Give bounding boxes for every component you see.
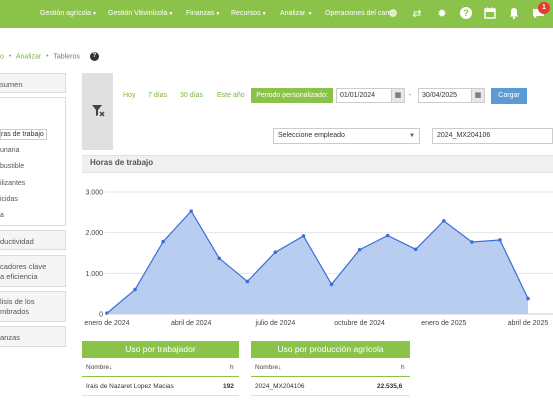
x-tick-label: julio de 2024 [255, 320, 296, 327]
column-header-hours[interactable]: h [230, 364, 234, 371]
data-point [329, 282, 334, 287]
crops-table-title: Uso por producción agrícola [251, 341, 410, 358]
data-point [357, 247, 362, 252]
workers-table-title: Uso por trabajador [82, 341, 239, 358]
table-row-name: Irais de Nazaret Lopez Macias [86, 383, 174, 390]
x-tick-label: enero de 2024 [84, 320, 129, 327]
data-point [161, 239, 165, 244]
x-tick-label: octubre de 2024 [334, 320, 385, 327]
data-point [245, 279, 250, 284]
header-divider [82, 376, 239, 377]
data-point [413, 247, 418, 252]
x-tick-label: enero de 2025 [421, 320, 466, 327]
row-divider [82, 395, 239, 396]
y-tick-label: 3.000 [85, 190, 103, 197]
column-header-hours[interactable]: h [401, 364, 405, 371]
data-point [526, 296, 530, 301]
x-tick-label: abril de 2024 [171, 320, 212, 327]
row-divider [251, 395, 410, 396]
column-header-name[interactable]: Nombre↓ [255, 364, 281, 371]
data-point [385, 233, 390, 238]
data-point [189, 209, 193, 213]
y-tick-label: 1.000 [85, 271, 103, 278]
column-header-name[interactable]: Nombre↓ [86, 364, 112, 371]
data-point [133, 287, 137, 292]
header-divider [251, 376, 410, 377]
work-hours-chart: 0 1.000 2.000 3.000 enero de 2024 abril de 20… [84, 190, 553, 327]
x-tick-label: abril de 2025 [508, 320, 549, 327]
data-point [217, 256, 222, 261]
data-point [442, 219, 446, 223]
data-point [498, 238, 502, 242]
y-tick-label: 0 [99, 312, 103, 319]
table-row-value: 192 [223, 383, 234, 390]
data-point [273, 250, 278, 254]
data-point [470, 240, 474, 244]
table-row-name: 2024_MX204106 [255, 383, 305, 390]
data-point [301, 234, 306, 238]
series-area [107, 211, 528, 314]
y-tick-label: 2.000 [85, 230, 103, 237]
table-row-value: 22.535,6 [377, 383, 403, 390]
